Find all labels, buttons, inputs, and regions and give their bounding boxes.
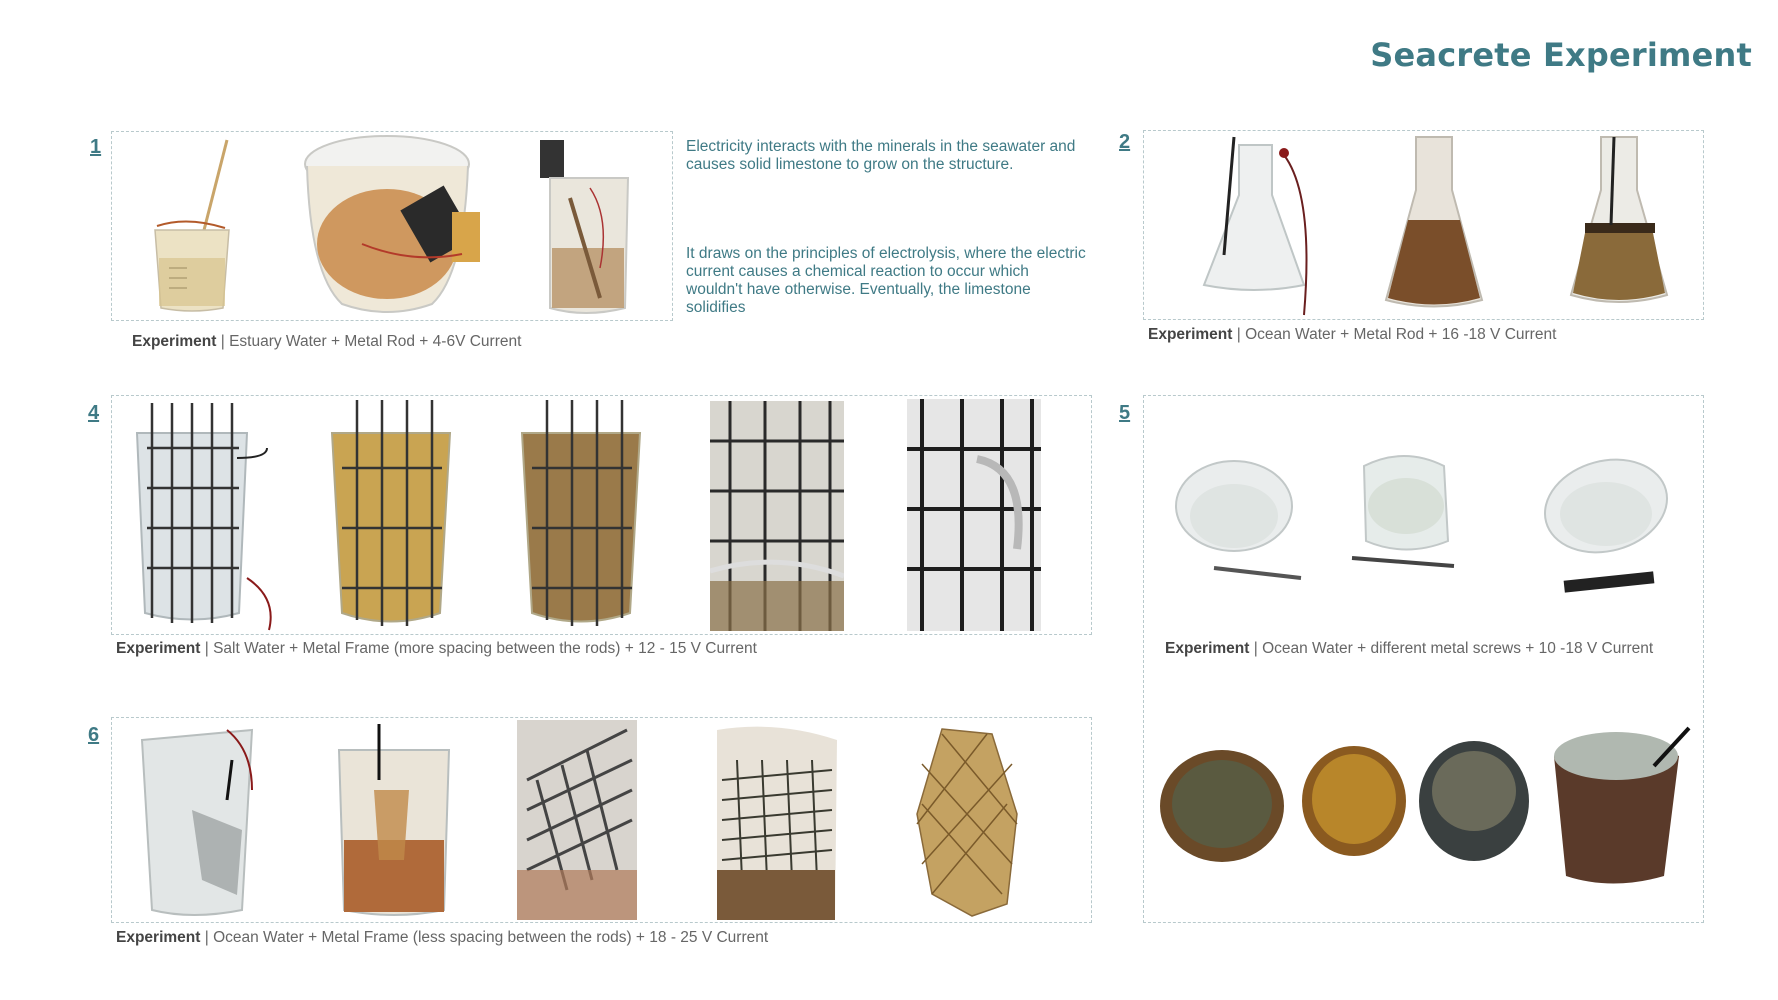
caption-separator: | [220, 333, 225, 350]
experiment-4-photo-frame-brown [520, 400, 642, 626]
experiment-6-photo-mesh-rust [337, 724, 451, 916]
experiment-5-photo-cup-dark [1419, 741, 1529, 861]
caption-text: Estuary Water + Metal Rod + 4-6V Current [229, 333, 522, 350]
experiment-6-photo-mesh-grey [517, 720, 637, 920]
experiment-1-description-1: Electricity interacts with the minerals … [686, 138, 1076, 173]
caption-text: Ocean Water + different metal screws + 1… [1262, 640, 1654, 657]
experiment-4-photo-panel [111, 395, 1092, 635]
experiment-6-photo-mesh-sediment [717, 726, 837, 920]
experiment-6-photo-mesh-clear [140, 728, 254, 916]
experiment-4-caption: Experiment | Salt Water + Metal Frame (m… [116, 640, 757, 658]
experiment-2-photo-layered-flask [1569, 136, 1669, 303]
experiment-2-photo-clear-flask [1202, 136, 1308, 316]
caption-text: Salt Water + Metal Frame (more spacing b… [213, 640, 757, 657]
experiment-5-photo-panel [1143, 395, 1704, 923]
experiment-5-photo-cup-amber [1302, 746, 1406, 856]
experiment-2-photo-brown-flask [1384, 136, 1484, 308]
page-title: Seacrete Experiment [1370, 36, 1752, 74]
experiment-2-number: 2 [1119, 131, 1131, 153]
experiment-1-photo-beaker-rod [154, 139, 230, 312]
experiment-4-photo-frame-clear [135, 403, 272, 631]
caption-label: Experiment [1148, 326, 1233, 343]
experiment-1-photo-beaker-battery [304, 135, 480, 313]
caption-text: Ocean Water + Metal Rod + 16 -18 V Curre… [1245, 326, 1557, 343]
experiment-5-photo-beaker-screw-1 [1175, 460, 1302, 580]
experiment-4-photo-frame-yellow [330, 400, 452, 626]
caption-separator: | [204, 640, 209, 657]
experiment-5-photo-beaker-screw-3 [1543, 458, 1669, 593]
experiment-5-caption: Experiment | Ocean Water + different met… [1165, 640, 1653, 658]
experiment-5-photo-cup-brown [1160, 750, 1284, 862]
experiment-6-photo-panel [111, 717, 1092, 923]
caption-separator: | [1236, 326, 1241, 343]
experiment-2-caption: Experiment | Ocean Water + Metal Rod + 1… [1148, 326, 1556, 344]
caption-separator: | [204, 929, 209, 946]
caption-separator: | [1253, 640, 1258, 657]
experiment-4-photo-frame-detail [907, 399, 1041, 631]
experiment-1-photo-tall-beaker [540, 140, 630, 314]
experiment-5-number: 5 [1119, 402, 1131, 424]
experiment-4-photo-frame-closeup [710, 401, 844, 631]
experiment-1-description-2: It draws on the principles of electrolys… [686, 245, 1086, 316]
caption-label: Experiment [1165, 640, 1250, 657]
caption-text: Ocean Water + Metal Frame (less spacing … [213, 929, 769, 946]
caption-label: Experiment [116, 640, 201, 657]
experiment-4-number: 4 [88, 402, 100, 424]
experiment-6-photo-mesh-extracted [916, 728, 1018, 917]
experiment-1-caption: Experiment | Estuary Water + Metal Rod +… [132, 333, 521, 351]
experiment-5-photo-cup-bubbly [1554, 726, 1691, 884]
experiment-6-caption: Experiment | Ocean Water + Metal Frame (… [116, 929, 768, 947]
experiment-2-photo-panel [1143, 130, 1704, 320]
experiment-1-number: 1 [90, 136, 102, 158]
experiment-1-photo-panel [111, 131, 673, 321]
caption-label: Experiment [132, 333, 217, 350]
caption-label: Experiment [116, 929, 201, 946]
experiment-6-number: 6 [88, 724, 100, 746]
experiment-5-photo-beaker-screw-2 [1351, 455, 1455, 568]
